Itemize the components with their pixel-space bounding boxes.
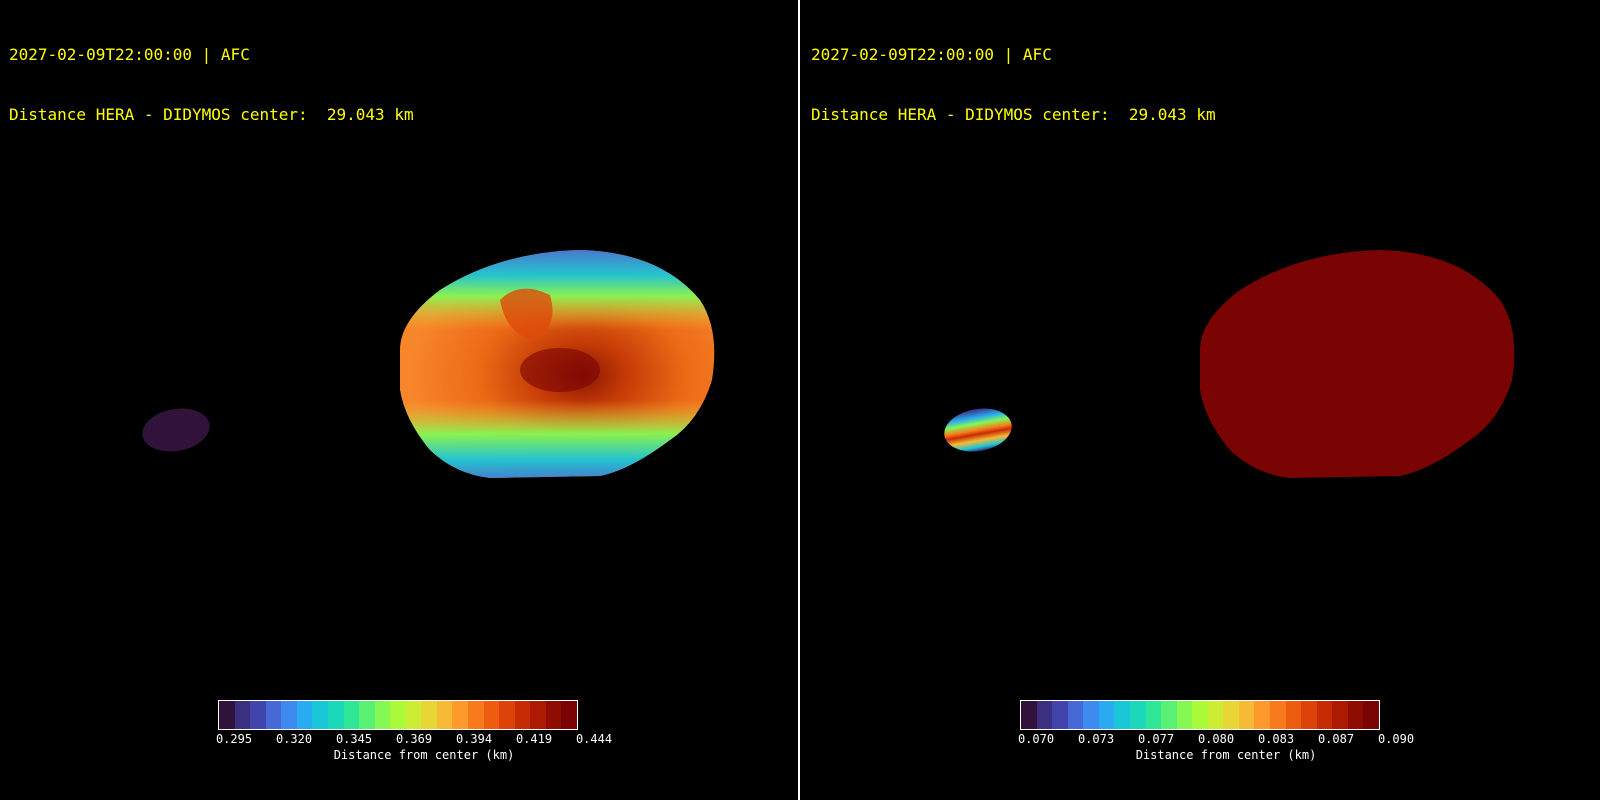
right-tick-0: 0.070: [1017, 732, 1055, 746]
colorbar-segment: [1114, 701, 1130, 729]
colorbar-segment: [296, 701, 313, 729]
colorbar-segment: [1052, 701, 1068, 729]
left-tick-2: 0.345: [335, 732, 373, 746]
colorbar-segment: [545, 701, 562, 729]
left-view-panel: 2027-02-09T22:00:00 | AFC Distance HERA …: [0, 0, 798, 800]
colorbar-segment: [405, 701, 422, 729]
left-header-distance: Distance HERA - DIDYMOS center: 29.043 k…: [9, 105, 414, 124]
colorbar-segment: [499, 701, 515, 729]
left-tick-6: 0.444: [575, 732, 613, 746]
colorbar-segment: [1270, 701, 1286, 729]
colorbar-segment: [1161, 701, 1177, 729]
colorbar-segment: [436, 701, 453, 729]
colorbar-segment: [1036, 701, 1053, 729]
left-colorbar-label: Distance from center (km): [333, 748, 515, 762]
right-header-distance: Distance HERA - DIDYMOS center: 29.043 k…: [811, 105, 1216, 124]
colorbar-segment: [1192, 701, 1208, 729]
left-tick-5: 0.419: [515, 732, 553, 746]
colorbar-segment: [1285, 701, 1302, 729]
colorbar-segment: [374, 701, 391, 729]
left-tick-4: 0.394: [455, 732, 493, 746]
left-colorbar-ticks: 0.295 0.320 0.345 0.369 0.394 0.419 0.44…: [188, 732, 612, 748]
colorbar-segment: [1021, 701, 1037, 729]
colorbar-segment: [343, 701, 360, 729]
right-header: 2027-02-09T22:00:00 | AFC Distance HERA …: [811, 5, 1216, 165]
right-colorbar-ticks: 0.070 0.073 0.077 0.080 0.083 0.087 0.09…: [990, 732, 1414, 748]
colorbar-segment: [1129, 701, 1146, 729]
right-colorbar-label: Distance from center (km): [1135, 748, 1317, 762]
right-tick-4: 0.083: [1257, 732, 1295, 746]
colorbar-segment: [1363, 701, 1379, 729]
right-tick-1: 0.073: [1077, 732, 1115, 746]
colorbar-segment: [219, 701, 235, 729]
colorbar-segment: [1176, 701, 1193, 729]
right-view-panel: 2027-02-09T22:00:00 | AFC Distance HERA …: [802, 0, 1600, 800]
right-tick-5: 0.087: [1317, 732, 1355, 746]
left-header-timestamp: 2027-02-09T22:00:00 | AFC: [9, 45, 250, 64]
right-tick-3: 0.080: [1197, 732, 1235, 746]
colorbar-segment: [327, 701, 344, 729]
colorbar-segment: [514, 701, 531, 729]
colorbar-segment: [1301, 701, 1317, 729]
colorbar-segment: [530, 701, 546, 729]
colorbar-segment: [359, 701, 375, 729]
colorbar-segment: [1098, 701, 1115, 729]
colorbar-segment: [312, 701, 328, 729]
colorbar-segment: [421, 701, 437, 729]
left-header: 2027-02-09T22:00:00 | AFC Distance HERA …: [9, 5, 414, 165]
colorbar-segment: [483, 701, 500, 729]
colorbar-segment: [1145, 701, 1162, 729]
right-tick-2: 0.077: [1137, 732, 1175, 746]
left-tick-1: 0.320: [275, 732, 313, 746]
colorbar-segment: [1238, 701, 1255, 729]
dimorphos-body: [142, 408, 210, 452]
right-colorbar: [1020, 700, 1380, 730]
colorbar-segment: [1347, 701, 1364, 729]
colorbar-segment: [281, 701, 297, 729]
colorbar-segment: [1254, 701, 1270, 729]
right-header-timestamp: 2027-02-09T22:00:00 | AFC: [811, 45, 1052, 64]
colorbar-segment: [1223, 701, 1239, 729]
didymos-body: [1200, 250, 1515, 478]
colorbar-segment: [561, 701, 577, 729]
colorbar-segment: [265, 701, 282, 729]
colorbar-segment: [234, 701, 251, 729]
colorbar-segment: [1207, 701, 1224, 729]
left-tick-3: 0.369: [395, 732, 433, 746]
left-tick-0: 0.295: [215, 732, 253, 746]
right-tick-6: 0.090: [1377, 732, 1415, 746]
left-colorbar: [218, 700, 578, 730]
panel-divider: [798, 0, 800, 800]
colorbar-segment: [1316, 701, 1333, 729]
colorbar-segment: [250, 701, 266, 729]
colorbar-segment: [1332, 701, 1348, 729]
dimorphos-body: [944, 408, 1012, 452]
colorbar-segment: [468, 701, 484, 729]
colorbar-segment: [452, 701, 468, 729]
colorbar-segment: [1067, 701, 1084, 729]
colorbar-segment: [390, 701, 406, 729]
colorbar-segment: [1083, 701, 1099, 729]
